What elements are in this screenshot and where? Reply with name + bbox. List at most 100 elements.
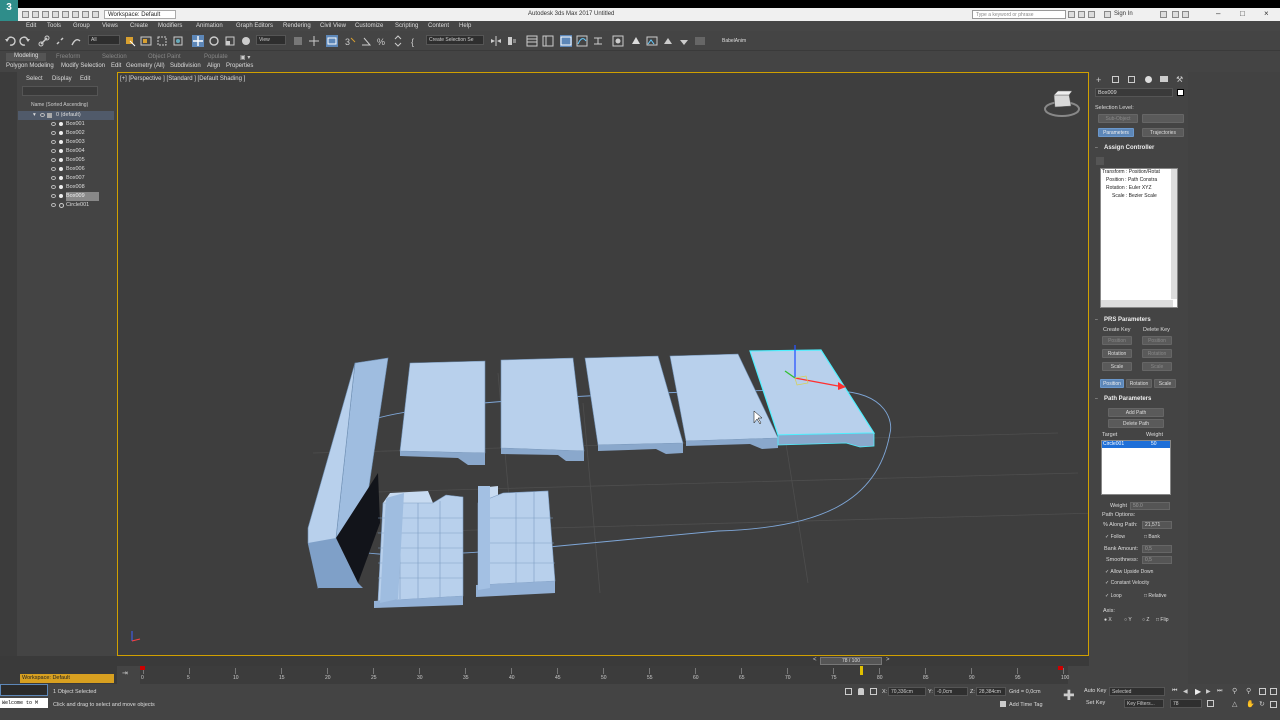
object-color-swatch[interactable]: [1177, 89, 1184, 96]
box-002[interactable]: [500, 357, 585, 461]
motion-tab-icon[interactable]: [1145, 76, 1152, 83]
select-manipulate-icon[interactable]: [308, 35, 320, 47]
a360-icon[interactable]: [694, 35, 706, 47]
render-production-icon[interactable]: [662, 35, 674, 47]
orbit-icon[interactable]: ↻: [1259, 700, 1265, 708]
menu-item-scripting[interactable]: Scripting: [395, 23, 418, 29]
panel-polygon-modeling[interactable]: Polygon Modeling: [6, 63, 54, 69]
edit-named-selection-icon[interactable]: {: [410, 35, 422, 47]
delete-scale-key-button[interactable]: Scale: [1142, 362, 1172, 371]
render-iterative-icon[interactable]: [678, 35, 690, 47]
tab-freeform[interactable]: Freeform: [56, 54, 80, 60]
box-008[interactable]: [476, 486, 556, 597]
mirror-icon[interactable]: [490, 35, 502, 47]
redo-icon[interactable]: [62, 11, 69, 18]
select-and-rotate-icon[interactable]: [208, 35, 220, 47]
undo-icon[interactable]: [4, 35, 16, 47]
axis-y-radio[interactable]: ○ Y: [1124, 617, 1132, 623]
parameters-tab-button[interactable]: Parameters: [1098, 128, 1134, 137]
track-bar[interactable]: 0 5 10 15 20 25 30 35 40 45 50 55 60 65 70 75 80 85 90 95 10…: [140, 666, 1069, 684]
utilities-tab-icon[interactable]: ⚒: [1176, 76, 1183, 84]
zoom-icon[interactable]: ⚲: [1232, 687, 1237, 695]
visibility-eye-icon[interactable]: [51, 167, 56, 171]
menu-item-views[interactable]: Views: [102, 23, 118, 29]
selection-filter-dropdown[interactable]: All: [88, 35, 120, 45]
visibility-eye-icon[interactable]: [51, 131, 56, 135]
render-setup-icon[interactable]: [630, 35, 642, 47]
explorer-search-input[interactable]: [22, 86, 98, 96]
create-position-key-button[interactable]: Position: [1102, 336, 1132, 345]
time-tag-icon[interactable]: [1000, 701, 1006, 707]
prev-key-icon[interactable]: ◀: [1183, 688, 1188, 695]
create-scale-key-button[interactable]: Scale: [1102, 362, 1132, 371]
keyboard-shortcut-override-icon[interactable]: [326, 35, 338, 47]
list-item[interactable]: Circle001: [18, 201, 114, 210]
delete-rotation-key-button[interactable]: Rotation: [1142, 349, 1172, 358]
go-to-start-icon[interactable]: ⏮: [1172, 688, 1177, 695]
app-logo[interactable]: 3: [0, 0, 18, 22]
snaps-toggle-icon[interactable]: 3: [344, 35, 356, 47]
align-icon[interactable]: [506, 35, 518, 47]
loop-checkbox[interactable]: ✓ Loop: [1105, 593, 1122, 599]
material-editor-icon[interactable]: [612, 35, 624, 47]
controller-rotation[interactable]: Rotation : Euler XYZ: [1106, 185, 1152, 191]
visibility-eye-icon[interactable]: [51, 140, 56, 144]
set-key-mode-icon[interactable]: ✚: [1063, 688, 1075, 702]
visibility-eye-icon[interactable]: [51, 176, 56, 180]
field-of-view-icon[interactable]: △: [1232, 700, 1237, 708]
unlink-icon[interactable]: [54, 35, 66, 47]
controller-hscroll[interactable]: [1101, 300, 1173, 307]
list-item[interactable]: Box005: [18, 156, 114, 165]
next-key-icon[interactable]: ▶: [1206, 688, 1211, 695]
target-list[interactable]: [1101, 440, 1171, 495]
panel-subdivision[interactable]: Subdivision: [170, 63, 201, 69]
list-item[interactable]: Box003: [18, 138, 114, 147]
menu-item-customize[interactable]: Customize: [355, 23, 383, 29]
toggle-layer-explorer-icon[interactable]: [542, 35, 554, 47]
zoom-extents-icon[interactable]: [1259, 688, 1266, 695]
tab-selection[interactable]: Selection: [102, 54, 127, 60]
display-tab-icon[interactable]: [1160, 76, 1168, 82]
schematic-view-icon[interactable]: [592, 35, 604, 47]
list-item[interactable]: Box007: [18, 174, 114, 183]
sub-object-dropdown[interactable]: [1142, 114, 1184, 123]
play-icon[interactable]: ▶: [1195, 687, 1201, 696]
visibility-eye-icon[interactable]: [51, 185, 56, 189]
minimize-button[interactable]: –: [1216, 10, 1220, 18]
rectangular-selection-icon[interactable]: [156, 35, 168, 47]
menu-item-edit[interactable]: Edit: [26, 23, 36, 29]
select-by-name-icon[interactable]: [140, 35, 152, 47]
set-key-button[interactable]: Set Key: [1086, 700, 1105, 706]
maxscript-mini-listener[interactable]: [0, 684, 48, 696]
z-coordinate-field[interactable]: 28,384cm: [976, 687, 1006, 696]
babel-anim-label[interactable]: BabelAnim: [722, 38, 746, 44]
panel-properties[interactable]: Properties: [226, 63, 253, 69]
smoothness-spinner[interactable]: 0,5: [1142, 556, 1172, 564]
relative-checkbox[interactable]: □ Relative: [1144, 593, 1167, 599]
y-coordinate-field[interactable]: -0,0cm: [934, 687, 968, 696]
menu-item-create[interactable]: Create: [130, 23, 148, 29]
bind-spacewarp-icon[interactable]: [70, 35, 82, 47]
tab-populate[interactable]: Populate: [204, 54, 228, 60]
project-icon[interactable]: [72, 11, 79, 18]
prs-scale-tab[interactable]: Scale: [1154, 379, 1176, 388]
menu-item-rendering[interactable]: Rendering: [283, 23, 311, 29]
viewport-scene[interactable]: [118, 73, 1088, 655]
panel-edit[interactable]: Edit: [111, 63, 121, 69]
flip-checkbox[interactable]: □ Flip: [1156, 617, 1168, 623]
auto-key-button[interactable]: Auto Key: [1084, 688, 1106, 694]
zoom-all-icon[interactable]: ⚲: [1246, 687, 1251, 695]
assign-controller-rollout[interactable]: Assign Controller: [1104, 145, 1154, 151]
quick-access-icon[interactable]: [92, 11, 99, 18]
menu-item-graph-editors[interactable]: Graph Editors: [236, 23, 273, 29]
assign-controller-icon[interactable]: [1096, 157, 1104, 165]
panel-modify-selection[interactable]: Modify Selection: [61, 63, 105, 69]
visibility-eye-icon[interactable]: [51, 203, 56, 207]
prs-rotation-tab[interactable]: Rotation: [1126, 379, 1152, 388]
trajectories-tab-button[interactable]: Trajectories: [1142, 128, 1184, 137]
user-icon[interactable]: [1104, 11, 1111, 18]
visibility-eye-icon[interactable]: [51, 194, 56, 198]
keyframe-start-marker[interactable]: [140, 666, 145, 670]
rollout-collapse-icon[interactable]: –: [1095, 145, 1098, 151]
next-frame-icon[interactable]: >: [886, 657, 890, 663]
